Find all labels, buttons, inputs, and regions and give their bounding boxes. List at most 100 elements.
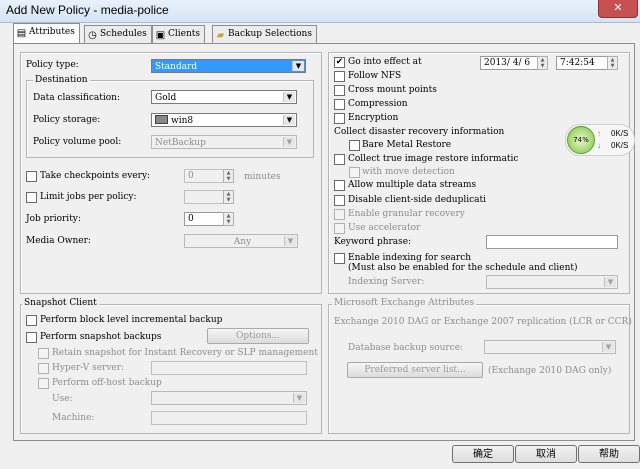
indexing-server-select[interactable]: ▼ xyxy=(486,275,618,289)
policy-storage-select[interactable]: win8 ▼ xyxy=(151,113,297,127)
data-classification-value: Gold xyxy=(155,93,177,103)
enable-granular-label: Enable granular recovery xyxy=(348,209,465,219)
network-usage-circle: 74% xyxy=(567,126,595,154)
tab-attributes[interactable]: ▤ Attributes xyxy=(13,23,80,44)
offhost-checkbox[interactable] xyxy=(38,378,49,389)
block-level-label: Perform block level incremental backup xyxy=(40,315,223,325)
policy-volume-pool-select[interactable]: NetBackup ▼ xyxy=(151,135,297,149)
exchange-legend: Microsoft Exchange Attributes xyxy=(332,298,477,308)
collect-dr-label: Collect disaster recovery information xyxy=(334,127,505,137)
follow-nfs-checkbox[interactable] xyxy=(334,71,345,82)
compression-label: Compression xyxy=(348,99,408,109)
take-checkpoints-label: Take checkpoints every: xyxy=(40,171,151,181)
job-priority-spinner[interactable]: ▲ ▼ xyxy=(223,212,234,226)
tab-backup-selections[interactable]: ▰ Backup Selections xyxy=(212,25,317,43)
tab-clients[interactable]: ▣ Clients xyxy=(152,25,206,43)
allow-multiple-checkbox[interactable] xyxy=(334,180,345,191)
cancel-button[interactable]: 取消 xyxy=(515,445,577,463)
use-select[interactable]: ▼ xyxy=(151,391,307,405)
snapshot-backups-label: Perform snapshot backups xyxy=(40,332,162,342)
machine-label: Machine: xyxy=(52,413,95,423)
db-source-label: Database backup source: xyxy=(348,343,464,353)
date-spinner[interactable]: ▲ ▼ xyxy=(537,56,548,70)
job-priority-input[interactable]: 0 xyxy=(184,212,224,226)
download-speed: 0K/S xyxy=(611,141,629,150)
block-level-checkbox[interactable] xyxy=(26,315,37,326)
schedules-icon: ◷ xyxy=(88,30,97,41)
enable-indexing-checkbox[interactable] xyxy=(334,253,345,264)
attributes-icon: ▤ xyxy=(16,28,27,39)
folder-icon: ▰ xyxy=(216,30,225,41)
snapshot-backups-checkbox[interactable] xyxy=(26,332,37,343)
limit-jobs-label: Limit jobs per policy: xyxy=(40,192,137,202)
exchange-dag-label: Exchange 2010 DAG or Exchange 2007 repli… xyxy=(334,317,632,327)
chevron-down-icon: ▼ xyxy=(604,277,616,287)
go-into-effect-checkbox[interactable]: ✔ xyxy=(334,57,345,68)
policy-storage-label: Policy storage: xyxy=(33,115,101,125)
hyperv-input[interactable] xyxy=(151,361,307,375)
help-button[interactable]: 帮助 xyxy=(578,445,640,463)
offhost-label: Perform off-host backup xyxy=(52,378,162,388)
collect-tir-checkbox[interactable] xyxy=(334,154,345,165)
db-source-select[interactable]: ▼ xyxy=(484,340,616,354)
keyword-label: Keyword phrase: xyxy=(334,237,412,247)
follow-nfs-label: Follow NFS xyxy=(348,71,402,81)
limit-jobs-input[interactable] xyxy=(184,190,224,204)
with-move-checkbox[interactable] xyxy=(349,167,360,178)
storage-drive-icon xyxy=(155,115,168,124)
preferred-server-button[interactable]: Preferred server list... xyxy=(347,362,483,378)
machine-input[interactable] xyxy=(151,411,307,425)
time-input[interactable]: 7:42:54 xyxy=(556,56,608,70)
chevron-down-icon: ▼ xyxy=(283,92,295,102)
media-owner-label: Media Owner: xyxy=(26,236,91,246)
enable-granular-checkbox[interactable] xyxy=(334,209,345,220)
snapshot-client-legend: Snapshot Client xyxy=(22,298,99,308)
ok-button[interactable]: 确定 xyxy=(452,445,514,463)
date-input[interactable]: 2013/ 4/ 6 xyxy=(480,56,538,70)
indexing-server-label: Indexing Server: xyxy=(348,277,425,287)
checkpoints-spinner[interactable]: ▲ ▼ xyxy=(223,169,234,183)
take-checkpoints-input[interactable]: 0 xyxy=(184,169,224,183)
retain-snapshot-checkbox[interactable] xyxy=(38,348,49,359)
clients-icon: ▣ xyxy=(155,30,166,41)
disable-dedup-label: Disable client-side deduplicati xyxy=(348,195,486,205)
keyword-input[interactable] xyxy=(486,235,618,249)
chevron-down-icon: ▼ xyxy=(602,342,614,352)
use-label: Use: xyxy=(52,394,73,404)
chevron-down-icon: ▼ xyxy=(293,393,305,403)
chevron-down-icon: ▼ xyxy=(283,137,295,147)
policy-type-label: Policy type: xyxy=(26,60,79,70)
data-classification-select[interactable]: Gold ▼ xyxy=(151,90,297,104)
enable-indexing-label: Enable indexing for search xyxy=(348,253,472,263)
cross-mount-checkbox[interactable] xyxy=(334,85,345,96)
bare-metal-checkbox[interactable] xyxy=(349,140,360,151)
tab-schedules[interactable]: ◷ Schedules xyxy=(84,25,152,43)
encryption-checkbox[interactable] xyxy=(334,113,345,124)
tab-clients-label: Clients xyxy=(168,29,201,39)
bare-metal-label: Bare Metal Restore xyxy=(362,140,452,150)
options-button[interactable]: Options... xyxy=(207,328,309,344)
with-move-label: with move detection xyxy=(362,167,455,177)
minutes-label: minutes xyxy=(244,172,281,182)
time-spinner[interactable]: ▲ ▼ xyxy=(607,56,618,70)
policy-type-value: Standard xyxy=(155,62,198,72)
policy-storage-value: win8 xyxy=(171,116,194,126)
upload-speed: 0K/S xyxy=(611,129,629,138)
encryption-label: Encryption xyxy=(348,113,399,123)
hyperv-checkbox[interactable] xyxy=(38,363,49,374)
limit-jobs-spinner[interactable]: ▲ ▼ xyxy=(223,190,234,204)
disable-dedup-checkbox[interactable] xyxy=(334,195,345,206)
close-button[interactable]: ✕ xyxy=(598,0,638,18)
chevron-down-icon: ▼ xyxy=(283,115,295,125)
limit-jobs-checkbox[interactable] xyxy=(26,192,37,203)
media-owner-select[interactable]: Any ▼ xyxy=(184,234,298,248)
enable-indexing-note: (Must also be enabled for the schedule a… xyxy=(348,263,578,273)
use-accelerator-checkbox[interactable] xyxy=(334,223,345,234)
go-into-effect-label: Go into effect at xyxy=(348,57,422,67)
policy-type-select[interactable]: Standard ▼ xyxy=(151,59,306,73)
tab-attributes-label: Attributes xyxy=(29,27,75,37)
compression-checkbox[interactable] xyxy=(334,99,345,110)
preferred-note: (Exchange 2010 DAG only) xyxy=(488,366,612,376)
download-arrow-icon: ↓ xyxy=(597,141,601,150)
take-checkpoints-checkbox[interactable] xyxy=(26,171,37,182)
